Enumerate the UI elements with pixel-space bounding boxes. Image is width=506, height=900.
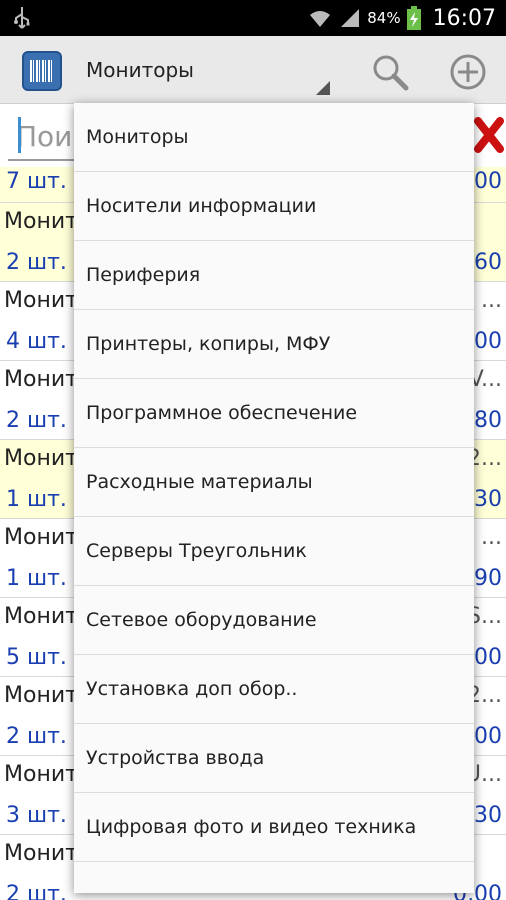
battery-percent: 84% xyxy=(367,9,401,27)
barcode-icon[interactable] xyxy=(22,51,62,91)
item-quantity: 2 шт. xyxy=(6,250,67,275)
action-bar: Мониторы xyxy=(0,36,506,104)
item-price: 80 xyxy=(474,408,502,433)
item-name: Монит xyxy=(4,683,78,708)
item-price: 30 xyxy=(474,487,502,512)
item-price: 00 xyxy=(474,329,502,354)
item-quantity: 2 шт. xyxy=(6,882,67,900)
item-price: 30 xyxy=(474,803,502,828)
item-quantity: 2 шт. xyxy=(6,724,67,749)
dropdown-item[interactable]: Периферия xyxy=(74,241,474,310)
item-price: 00 xyxy=(474,169,502,194)
item-description: ... xyxy=(481,525,502,550)
item-quantity: 1 шт. xyxy=(6,487,67,512)
clock: 16:07 xyxy=(432,5,496,31)
category-dropdown: Мониторы Носители информации Периферия Прин… xyxy=(74,103,474,893)
signal-icon xyxy=(341,9,360,27)
dropdown-item[interactable]: Принтеры, копиры, МФУ xyxy=(74,310,474,379)
item-quantity: 1 шт. xyxy=(6,566,67,591)
battery-charging-icon xyxy=(406,6,421,30)
item-price: 00 xyxy=(474,724,502,749)
item-price: 90 xyxy=(474,566,502,591)
add-icon[interactable] xyxy=(448,52,488,92)
item-name: Монит xyxy=(4,367,78,392)
item-quantity: 2 шт. xyxy=(6,408,67,433)
dropdown-item[interactable]: Установка доп обор.. xyxy=(74,655,474,724)
item-name: Монит xyxy=(4,762,78,787)
usb-icon xyxy=(14,7,30,29)
item-name: Монит xyxy=(4,209,78,234)
item-price: 60 xyxy=(474,250,502,275)
clear-search-icon[interactable] xyxy=(470,115,506,155)
dropdown-item[interactable]: Расходные материалы xyxy=(74,448,474,517)
text-cursor xyxy=(18,117,21,153)
item-description: ... xyxy=(481,288,502,313)
search-icon[interactable] xyxy=(370,52,410,92)
spinner-arrow-icon xyxy=(316,81,330,95)
item-name: Монит xyxy=(4,604,78,629)
item-price: 00 xyxy=(474,645,502,670)
item-name: Монит xyxy=(4,525,78,550)
item-quantity: 3 шт. xyxy=(6,803,67,828)
item-name: Монит xyxy=(4,288,78,313)
dropdown-item[interactable]: Носители информации xyxy=(74,172,474,241)
dropdown-item[interactable]: Цифровая фото и видео техника xyxy=(74,793,474,862)
item-quantity: 5 шт. xyxy=(6,645,67,670)
item-name: Монит xyxy=(4,841,78,866)
status-bar: 84% 16:07 xyxy=(0,0,506,36)
dropdown-item[interactable]: Мониторы xyxy=(74,103,474,172)
item-quantity: 4 шт. xyxy=(6,329,67,354)
item-quantity: 7 шт. xyxy=(6,169,67,194)
category-spinner[interactable]: Мониторы xyxy=(86,58,194,82)
item-name: Монит xyxy=(4,446,78,471)
wifi-icon xyxy=(310,11,331,27)
dropdown-item[interactable]: Серверы Треугольник xyxy=(74,517,474,586)
dropdown-item[interactable]: Сетевое оборудование xyxy=(74,586,474,655)
dropdown-item[interactable]: Программное обеспечение xyxy=(74,379,474,448)
dropdown-item[interactable]: Устройства ввода xyxy=(74,724,474,793)
